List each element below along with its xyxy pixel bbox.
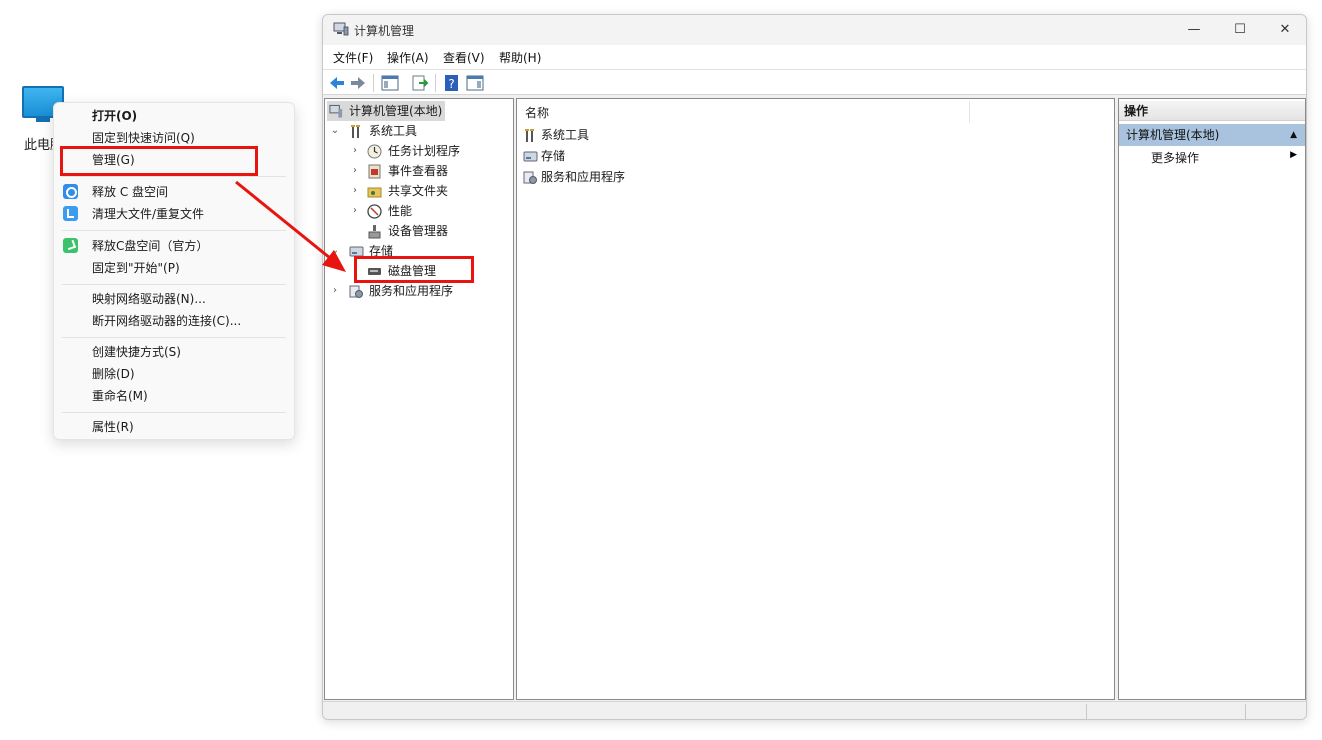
show-hide-tree-icon[interactable] (380, 73, 400, 93)
computer-management-icon (329, 104, 343, 118)
tree-item-performance[interactable]: › 性能 (349, 201, 509, 221)
menu-view[interactable]: 查看(V) (443, 49, 485, 66)
menu-item-clean-large-files[interactable]: 清理大文件/重复文件 (54, 203, 294, 225)
menu-item-free-c-official[interactable]: 释放C盘空间（官方） (54, 235, 294, 257)
title-bar[interactable]: 计算机管理 — ☐ ✕ (323, 15, 1306, 45)
menu-separator (62, 230, 286, 231)
menu-bar: 文件(F) 操作(A) 查看(V) 帮助(H) (323, 45, 1306, 69)
menu-file[interactable]: 文件(F) (333, 49, 373, 66)
chevron-right-icon[interactable]: › (349, 181, 361, 201)
actions-group-root[interactable]: 计算机管理(本地) ▲ (1119, 124, 1305, 146)
chevron-right-icon[interactable]: › (329, 281, 341, 301)
menu-item-delete[interactable]: 删除(D) (54, 363, 294, 385)
show-action-pane-icon[interactable] (465, 73, 485, 93)
tree-item-device-manager[interactable]: 设备管理器 (349, 221, 509, 241)
tree-item-services-apps[interactable]: › 服务和应用程序 (329, 281, 509, 301)
menu-separator (62, 412, 286, 413)
actions-header: 操作 (1119, 101, 1305, 121)
more-actions[interactable]: 更多操作 (1151, 149, 1199, 166)
menu-item-properties[interactable]: 属性(R) (54, 416, 294, 438)
computer-management-icon (333, 22, 349, 36)
tree-item-shared-folders[interactable]: › 共享文件夹 (349, 181, 509, 201)
storage-icon (349, 246, 364, 257)
menu-item-open[interactable]: 打开(O) (54, 105, 294, 127)
services-icon (523, 171, 537, 184)
chevron-down-icon[interactable]: ⌄ (329, 121, 341, 141)
menu-separator (62, 176, 286, 177)
tree-item-task-scheduler[interactable]: › 任务计划程序 (349, 141, 509, 161)
magnifier-app-icon (63, 184, 78, 199)
list-item[interactable]: 存储 (523, 146, 723, 166)
console-tree: 计算机管理(本地) ⌄ 系统工具 › 任务计划程序 › 事件查看器 › 共享文件… (324, 98, 514, 700)
tree-item-event-viewer[interactable]: › 事件查看器 (349, 161, 509, 181)
tools-icon (525, 129, 534, 142)
clock-app-icon (63, 206, 78, 221)
minimize-button[interactable]: — (1171, 15, 1217, 45)
tree-item-system-tools[interactable]: ⌄ 系统工具 (329, 121, 509, 141)
disk-icon (368, 268, 381, 275)
list-header: 名称 (517, 99, 1114, 123)
close-button[interactable]: ✕ (1262, 15, 1306, 45)
tree-item-disk-management[interactable]: 磁盘管理 (349, 261, 509, 281)
submenu-arrow-icon: ▶ (1290, 150, 1297, 160)
clock-icon (367, 144, 382, 159)
export-list-icon[interactable] (410, 73, 430, 93)
list-item[interactable]: 系统工具 (523, 125, 723, 145)
list-item[interactable]: 服务和应用程序 (523, 167, 723, 187)
chevron-right-icon[interactable]: › (349, 141, 361, 161)
svg-text:?: ? (448, 77, 454, 91)
device-manager-icon (368, 225, 381, 239)
performance-icon (367, 204, 382, 219)
menu-action[interactable]: 操作(A) (387, 49, 429, 66)
actions-pane: 操作 计算机管理(本地) ▲ 更多操作 ▶ (1118, 98, 1306, 700)
menu-item-pin-quick-access[interactable]: 固定到快速访问(Q) (54, 127, 294, 149)
results-list: 名称 系统工具 存储 服务和应用程序 (516, 98, 1115, 700)
toolbar: ? (323, 69, 1306, 95)
help-icon[interactable]: ? (442, 73, 462, 93)
menu-item-rename[interactable]: 重命名(M) (54, 385, 294, 407)
menu-item-disconnect-network-drive[interactable]: 断开网络驱动器的连接(C)... (54, 310, 294, 332)
chevron-down-icon[interactable]: ⌄ (329, 241, 341, 261)
chevron-right-icon[interactable]: › (349, 201, 361, 221)
shared-folder-icon (367, 187, 382, 198)
forward-arrow-icon[interactable] (348, 73, 368, 93)
menu-help[interactable]: 帮助(H) (499, 49, 541, 66)
column-header-name[interactable]: 名称 (525, 104, 549, 121)
maximize-button[interactable]: ☐ (1217, 15, 1263, 45)
menu-separator (62, 337, 286, 338)
context-menu: 打开(O) 固定到快速访问(Q) 管理(G) 释放 C 盘空间 清理大文件/重复… (53, 102, 295, 440)
menu-separator (62, 284, 286, 285)
services-icon (349, 285, 363, 298)
window-title: 计算机管理 (354, 24, 415, 38)
tree-item-root[interactable]: 计算机管理(本地) (327, 101, 445, 121)
menu-item-create-shortcut[interactable]: 创建快捷方式(S) (54, 341, 294, 363)
menu-item-pin-start[interactable]: 固定到"开始"(P) (54, 257, 294, 279)
back-arrow-icon[interactable] (327, 73, 347, 93)
collapse-up-icon[interactable]: ▲ (1290, 124, 1297, 146)
computer-management-window: 计算机管理 — ☐ ✕ 文件(F) 操作(A) 查看(V) 帮助(H) ? 计算… (322, 14, 1307, 720)
chevron-right-icon[interactable]: › (349, 161, 361, 181)
broom-app-icon (63, 238, 78, 253)
menu-item-free-c-drive[interactable]: 释放 C 盘空间 (54, 181, 294, 203)
event-log-icon (368, 164, 381, 179)
status-bar (323, 701, 1306, 719)
menu-item-manage[interactable]: 管理(G) (54, 149, 294, 171)
storage-icon (523, 151, 538, 162)
tree-item-storage[interactable]: ⌄ 存储 (329, 241, 509, 261)
tools-icon (351, 125, 360, 138)
menu-item-map-network-drive[interactable]: 映射网络驱动器(N)... (54, 288, 294, 310)
